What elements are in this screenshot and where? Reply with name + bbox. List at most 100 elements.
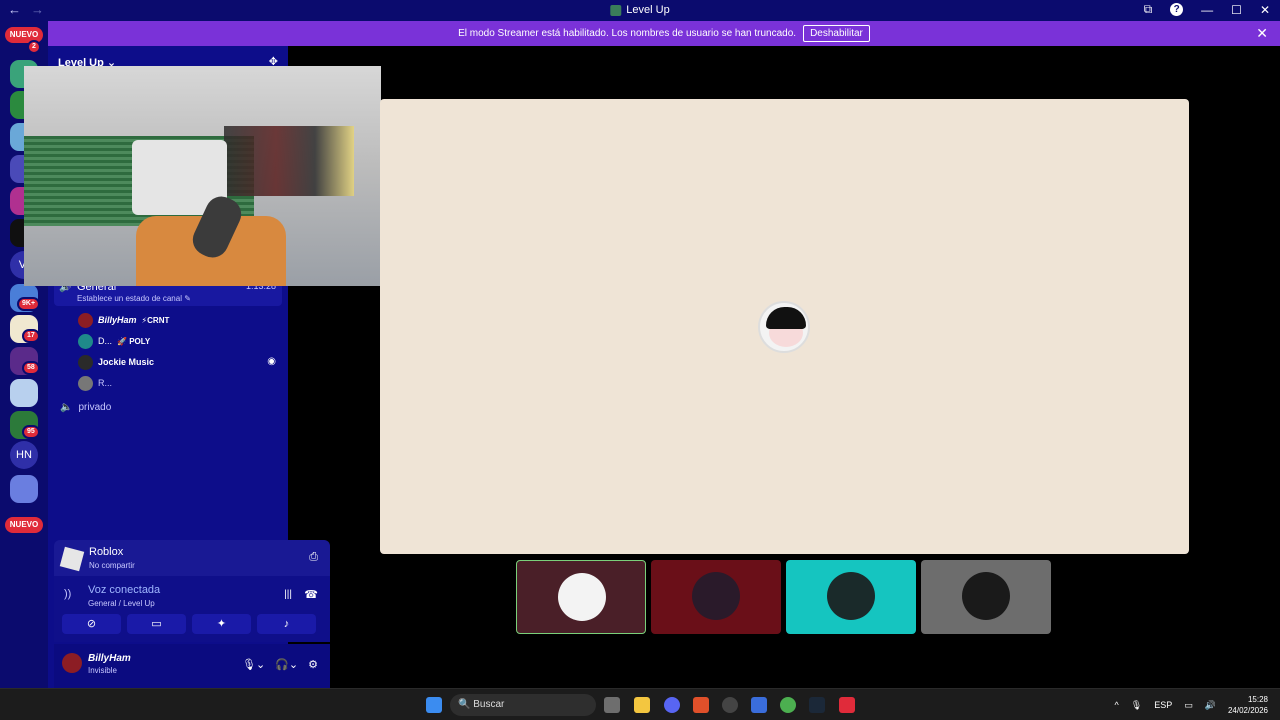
network-icon[interactable]: ▭ (1184, 700, 1193, 711)
title-bar: ← → Level Up ⧉ ? — ☐ ✕ (0, 0, 1280, 21)
member-name: R... (98, 378, 113, 388)
voice-member[interactable]: BillyHam ⚡CRNT (78, 311, 169, 329)
taskbar: 🔍 Buscar ^ 🎙 ESP ▭ 🔊 15:28 24/02/2026 (0, 688, 1280, 720)
noise-suppression-icon[interactable]: ||| (284, 589, 292, 600)
voice-controls: ⊘ ▭ ✦ ♪ (62, 614, 316, 634)
member-name: D... (98, 336, 113, 346)
headphones-icon[interactable]: 🎧⌄ (275, 658, 298, 671)
new-badge: NUEVO (5, 517, 43, 533)
server-icon[interactable] (10, 475, 38, 503)
screen-share-button[interactable]: ▭ (127, 614, 186, 634)
streamer-mode-banner: El modo Streamer está habilitado. Los no… (48, 21, 1280, 46)
game-name: Roblox (89, 546, 124, 558)
window-title-text: Level Up (626, 4, 670, 16)
mention-badge: 2 (27, 40, 41, 54)
forward-icon[interactable]: → (31, 2, 44, 17)
clock-date: 24/02/2026 (1227, 706, 1268, 715)
app-icon[interactable] (839, 697, 855, 713)
disconnect-icon[interactable]: ☎ (304, 588, 318, 601)
maximize-button[interactable]: ☐ (1231, 3, 1242, 17)
search-placeholder: Buscar (473, 699, 505, 710)
mention-badge: 58 (22, 361, 40, 375)
app-icon[interactable] (751, 697, 767, 713)
close-button[interactable]: ✕ (1260, 3, 1270, 17)
avatar (962, 572, 1010, 620)
server-icon[interactable]: HN (10, 441, 38, 469)
hair-image (766, 307, 806, 329)
voice-panel: )) Voz conectada General / Level Up ||| … (54, 576, 330, 642)
microphone-icon[interactable]: 🎙⌄ (242, 658, 265, 671)
server-icon (610, 4, 622, 16)
voice-status: Voz conectada (88, 584, 161, 596)
voice-member[interactable]: Jockie Music (78, 353, 154, 371)
participant-tile[interactable] (651, 560, 781, 634)
help-icon[interactable]: ? (1170, 3, 1184, 16)
channel-name: privado (78, 402, 112, 413)
participant-tile[interactable] (786, 560, 916, 634)
stream-game-icon[interactable]: ⎙ (309, 551, 318, 564)
system-tray: ^ 🎙 ESP ▭ 🔊 15:28 24/02/2026 (1115, 694, 1268, 716)
mention-badge: 95 (22, 425, 40, 439)
brave-icon[interactable] (693, 697, 709, 713)
screen-share-icon[interactable]: ⧉ (1144, 2, 1153, 17)
speaker-avatar (758, 301, 810, 353)
avatar (827, 572, 875, 620)
window-controls: ⧉ ? — ☐ ✕ (1144, 2, 1270, 17)
participant-tile[interactable] (516, 560, 646, 634)
language-indicator[interactable]: ESP (1154, 700, 1172, 710)
app-icon[interactable] (722, 697, 738, 713)
windows-start-icon[interactable] (426, 697, 442, 713)
banner-text: El modo Streamer está habilitado. Los no… (458, 28, 797, 39)
server-icon[interactable] (10, 379, 38, 407)
clock-time: 15:28 (1247, 695, 1268, 704)
activities-button[interactable]: ✦ (192, 614, 251, 634)
camera-off-button[interactable]: ⊘ (62, 614, 121, 634)
channel-status[interactable]: Establece un estado de canal ✎ (77, 294, 191, 303)
clock[interactable]: 15:28 24/02/2026 (1228, 694, 1268, 716)
main-stage[interactable] (380, 99, 1189, 554)
user-status: Invisible (88, 666, 117, 675)
avatar (78, 312, 93, 328)
username: BillyHam (88, 653, 131, 664)
game-status: No compartir (89, 561, 135, 570)
shelf-image (224, 126, 354, 196)
back-icon[interactable]: ← (8, 2, 21, 17)
tray-chevron-icon[interactable]: ^ (1115, 700, 1119, 710)
streaming-icon: ◉ (267, 356, 276, 367)
avatar (558, 573, 606, 621)
volume-icon[interactable]: 🔊 (1205, 700, 1216, 711)
camera-preview[interactable] (24, 66, 381, 286)
voice-location[interactable]: General / Level Up (88, 599, 155, 608)
voice-channel-private[interactable]: 🔈 privado (60, 402, 111, 413)
nav-buttons: ← → (8, 2, 44, 17)
member-name: BillyHam (98, 315, 137, 325)
member-name: Jockie Music (98, 357, 155, 367)
voice-member[interactable]: R... (78, 374, 112, 392)
voice-member[interactable]: D... 🚀 POLY (78, 332, 150, 350)
user-panel: BillyHam Invisible 🎙⌄ 🎧⌄ ⚙ (54, 644, 330, 688)
gear-icon[interactable]: ⚙ (308, 658, 318, 671)
search-input[interactable]: 🔍 Buscar (450, 694, 596, 716)
mention-badge: 17 (22, 329, 40, 343)
mention-badge: 9K+ (17, 297, 41, 311)
member-tag: 🚀 POLY (117, 336, 151, 346)
window-title: Level Up (610, 4, 670, 16)
disable-streamer-button[interactable]: Deshabilitar (803, 25, 870, 42)
microphone-icon[interactable]: 🎙 (1131, 700, 1142, 711)
roblox-icon (59, 546, 85, 572)
steam-icon[interactable] (809, 697, 825, 713)
discord-icon[interactable] (664, 697, 680, 713)
store-icon[interactable] (604, 697, 620, 713)
avatar (78, 375, 93, 391)
avatar[interactable] (62, 653, 82, 673)
soundboard-button[interactable]: ♪ (257, 614, 316, 634)
close-icon[interactable]: ✕ (1256, 25, 1268, 42)
chrome-icon[interactable] (780, 697, 796, 713)
folder-icon[interactable] (634, 697, 650, 713)
speaker-icon: 🔈 (60, 402, 73, 413)
member-tag: ⚡CRNT (141, 315, 170, 325)
avatar (78, 333, 93, 349)
avatar (78, 354, 93, 370)
minimize-button[interactable]: — (1201, 3, 1213, 17)
participant-tile[interactable] (921, 560, 1051, 634)
